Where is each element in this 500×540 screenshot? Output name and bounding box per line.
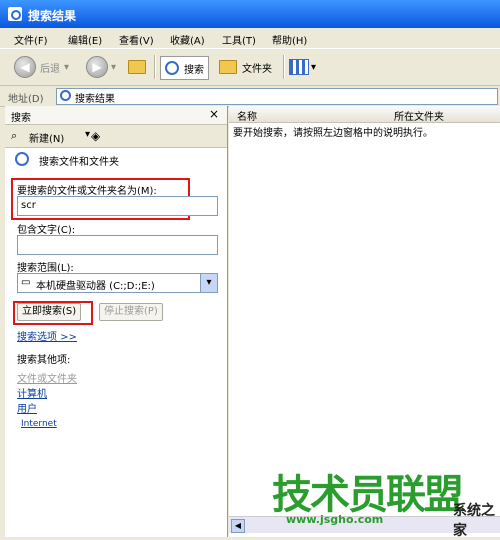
scope-select[interactable]: ▭ 本机硬盘驱动器 (C:;D:;E:) ▾ bbox=[17, 273, 218, 293]
filename-input[interactable]: scr bbox=[17, 196, 218, 216]
other-items-label: 搜索其他项: bbox=[17, 355, 71, 366]
scope-dropdown-icon[interactable]: ▾ bbox=[200, 274, 217, 292]
title-bar: 搜索结果 bbox=[0, 0, 500, 28]
address-label: 地址(D) bbox=[8, 94, 44, 105]
menu-file[interactable]: 文件(F) bbox=[14, 32, 48, 47]
text-label: 包含文字(C): bbox=[17, 225, 76, 236]
forward-dropdown-icon: ▾ bbox=[111, 61, 117, 73]
views-button[interactable]: ▾ bbox=[289, 55, 316, 79]
toolbar: ◀ 后退 ▾ ▶ ▾ 搜索 文件夹 ▾ bbox=[0, 49, 500, 86]
search-button[interactable]: 搜索 bbox=[160, 56, 209, 80]
search-heading: 搜索文件和文件夹 bbox=[39, 157, 119, 168]
scope-value: 本机硬盘驱动器 (C:;D:;E:) bbox=[36, 281, 155, 292]
other-users-link[interactable]: 用户 bbox=[17, 400, 37, 415]
new-search-icon: ⌕ bbox=[11, 129, 18, 142]
search-window-icon bbox=[8, 7, 22, 21]
watermark-url: www.jsgho.com bbox=[286, 513, 384, 526]
up-button[interactable] bbox=[128, 55, 146, 79]
address-field[interactable]: 搜索结果 bbox=[56, 88, 498, 105]
results-message: 要开始搜索，请按照左边窗格中的说明执行。 bbox=[233, 128, 433, 139]
search-options-link[interactable]: 搜索选项 >> bbox=[17, 328, 77, 343]
folders-icon bbox=[219, 60, 237, 74]
results-column-headers: 名称 所在文件夹 bbox=[229, 106, 500, 123]
other-computer-link[interactable]: 计算机 bbox=[17, 385, 47, 400]
watermark-title: 技术员联盟 bbox=[272, 472, 464, 518]
book-icon[interactable]: ◈ bbox=[91, 129, 100, 143]
menu-favorites[interactable]: 收藏(A) bbox=[170, 32, 205, 47]
back-label: 后退 bbox=[40, 63, 60, 75]
back-arrow-icon: ◀ bbox=[14, 56, 36, 78]
dropdown-arrow-icon[interactable]: ▾ bbox=[85, 129, 90, 140]
menu-help[interactable]: 帮助(H) bbox=[272, 32, 307, 47]
back-button[interactable]: ◀ 后退 ▾ bbox=[14, 55, 69, 79]
views-dropdown-icon: ▾ bbox=[311, 61, 317, 73]
forward-button[interactable]: ▶ ▾ bbox=[86, 55, 116, 79]
menu-edit[interactable]: 编辑(E) bbox=[68, 32, 102, 47]
back-dropdown-icon: ▾ bbox=[64, 61, 70, 73]
text-input[interactable] bbox=[17, 235, 218, 255]
search-label: 搜索 bbox=[184, 64, 204, 76]
menu-bar: 文件(F) 编辑(E) 查看(V) 收藏(A) 工具(T) 帮助(H) bbox=[0, 28, 500, 49]
address-bar: 地址(D) 搜索结果 bbox=[0, 86, 500, 107]
drive-icon: ▭ bbox=[21, 277, 31, 288]
internet-link[interactable]: Internet bbox=[21, 419, 57, 429]
search-panel: 搜索 × ⌕ 新建(N) ▾ ◈ 搜索文件和文件夹 要搜索的文件或文件夹名为(M… bbox=[5, 106, 228, 537]
address-value: 搜索结果 bbox=[75, 94, 115, 105]
stop-search-button[interactable]: 停止搜索(P) bbox=[99, 303, 163, 321]
up-folder-icon bbox=[128, 60, 146, 74]
toolbar-separator bbox=[283, 55, 285, 79]
other-files-link[interactable]: 文件或文件夹 bbox=[17, 370, 77, 385]
column-folder[interactable]: 所在文件夹 bbox=[394, 108, 444, 123]
search-results-icon bbox=[60, 90, 71, 101]
toolbar-separator bbox=[154, 55, 156, 79]
close-panel-icon[interactable]: × bbox=[209, 107, 219, 121]
forward-arrow-icon: ▶ bbox=[86, 56, 108, 78]
window-title: 搜索结果 bbox=[28, 9, 77, 23]
scope-label: 搜索范围(L): bbox=[17, 263, 74, 274]
search-panel-header: 搜索 × bbox=[5, 106, 227, 125]
menu-view[interactable]: 查看(V) bbox=[119, 32, 154, 47]
search-panel-title: 搜索 bbox=[11, 113, 31, 124]
search-now-button[interactable]: 立即搜索(S) bbox=[17, 303, 82, 321]
filename-value: scr bbox=[21, 200, 36, 211]
name-label: 要搜索的文件或文件夹名为(M): bbox=[17, 186, 157, 197]
column-name[interactable]: 名称 bbox=[237, 108, 257, 123]
views-icon bbox=[289, 59, 309, 75]
folders-label: 文件夹 bbox=[242, 63, 272, 75]
menu-tools[interactable]: 工具(T) bbox=[222, 32, 256, 47]
search-panel-toolbar: ⌕ 新建(N) ▾ ◈ bbox=[5, 125, 227, 148]
new-search-button[interactable]: 新建(N) bbox=[29, 130, 64, 145]
folders-button[interactable]: 文件夹 bbox=[219, 55, 272, 79]
watermark-corner: 系统之家 bbox=[453, 503, 495, 539]
scroll-left-icon[interactable]: ◀ bbox=[231, 519, 245, 533]
search-files-icon bbox=[15, 152, 29, 166]
search-icon bbox=[165, 61, 179, 75]
